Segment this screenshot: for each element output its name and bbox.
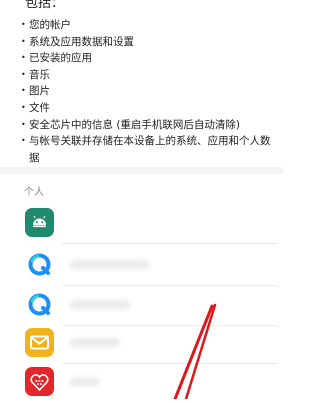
includes-heading: 包括： <box>25 0 65 11</box>
browser-icon <box>25 250 54 279</box>
list-item: 音乐 <box>21 67 279 84</box>
android-icon <box>25 208 54 237</box>
gift-icon <box>25 367 54 396</box>
app-row[interactable] <box>0 363 283 403</box>
app-row[interactable] <box>0 286 283 326</box>
app-row[interactable] <box>0 324 283 364</box>
list-item: 与帐号关联并存储在本设备上的系统、应用和个人数据 <box>21 133 279 166</box>
app-row[interactable] <box>0 204 283 244</box>
section-title: 个人 <box>24 187 44 198</box>
account-data-card: 包括： 您的帐户 系统及应用数据和设置 已安装的应用 音乐 图片 文件 安全芯片… <box>0 0 283 167</box>
list-item: 图片 <box>21 83 279 100</box>
app-name-blurred <box>70 260 150 269</box>
app-name-blurred <box>70 377 100 386</box>
app-name-blurred <box>70 300 130 309</box>
list-item: 系统及应用数据和设置 <box>21 34 279 51</box>
row-divider <box>62 243 277 244</box>
app-row[interactable] <box>0 246 283 286</box>
list-item: 文件 <box>21 100 279 117</box>
section-divider <box>0 167 283 174</box>
mail-icon <box>25 328 54 357</box>
app-name-blurred <box>70 338 120 347</box>
data-list: 您的帐户 系统及应用数据和设置 已安装的应用 音乐 图片 文件 安全芯片中的信息… <box>21 17 279 166</box>
browser-icon <box>25 290 54 319</box>
list-item: 您的帐户 <box>21 17 279 34</box>
list-item: 已安装的应用 <box>21 50 279 67</box>
list-item: 安全芯片中的信息 (重启手机联网后自动清除) <box>21 117 279 134</box>
personal-section: 个人 <box>0 174 283 399</box>
